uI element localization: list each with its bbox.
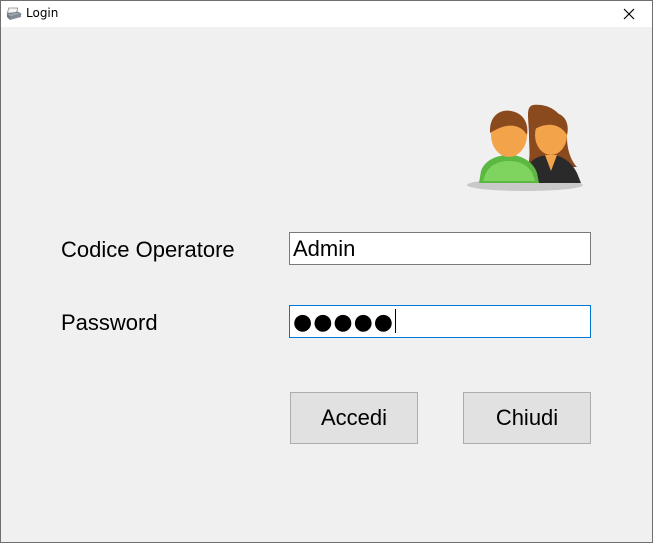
users-icon xyxy=(467,104,583,191)
password-label: Password xyxy=(61,310,158,335)
close-button[interactable]: Chiudi xyxy=(463,392,591,444)
text-caret xyxy=(394,309,396,333)
close-window-button[interactable] xyxy=(606,1,652,27)
printer-icon xyxy=(6,7,22,20)
close-icon xyxy=(623,8,635,20)
operator-code-input[interactable]: Admin xyxy=(289,232,591,265)
window-title: Login xyxy=(26,6,59,20)
login-window: Login Codice Operatore Admin Password ●●… xyxy=(0,0,653,543)
password-input[interactable]: ●●●●● xyxy=(289,305,591,338)
title-bar: Login xyxy=(1,1,652,27)
login-button[interactable]: Accedi xyxy=(290,392,418,444)
operator-code-label: Codice Operatore xyxy=(61,237,235,262)
password-value: ●●●●● xyxy=(293,310,394,335)
